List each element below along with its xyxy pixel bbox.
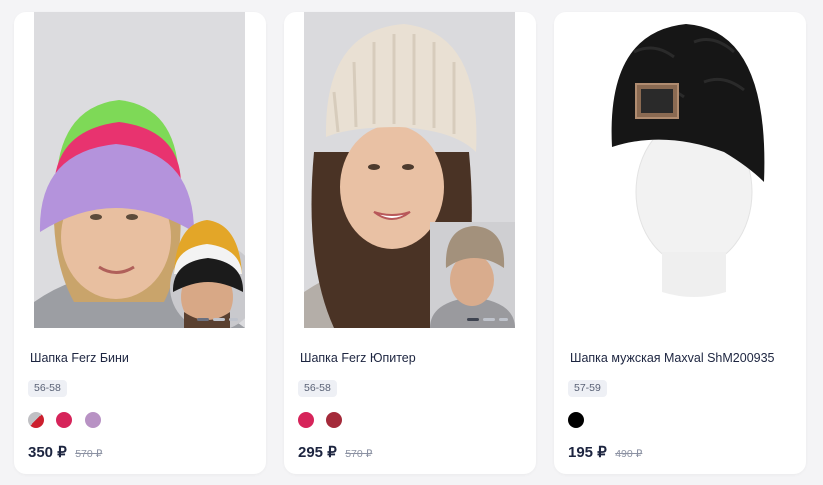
size-badge: 56-58 [28,380,67,397]
price-row: 350 ₽ 570 ₽ [28,443,102,462]
old-price: 570 ₽ [345,448,373,460]
color-swatches [298,412,350,430]
product-title[interactable]: Шапка Ferz Юпитер [300,350,530,366]
current-price: 350 ₽ [28,444,67,461]
color-swatch[interactable] [568,412,584,428]
product-image[interactable] [304,12,515,328]
product-card[interactable]: Шапка мужская Maxval ShM200935 57-59 195… [554,12,806,474]
color-swatch[interactable] [326,412,343,428]
image-pagination[interactable] [467,318,509,322]
color-swatch[interactable] [56,412,73,428]
product-image[interactable] [574,12,785,328]
size-badge: 56-58 [298,380,337,397]
image-pagination[interactable] [197,318,239,322]
size-badge: 57-59 [568,380,607,397]
color-swatch[interactable] [28,412,44,428]
product-photo [34,12,245,328]
product-image[interactable] [34,12,245,328]
color-swatches [28,412,109,430]
color-swatch[interactable] [84,412,101,428]
current-price: 195 ₽ [568,444,607,461]
color-swatches [568,412,592,430]
current-price: 295 ₽ [298,444,337,461]
price-row: 195 ₽ 490 ₽ [568,443,642,462]
color-swatch[interactable] [298,412,314,428]
old-price: 490 ₽ [615,448,643,460]
product-photo [574,12,785,328]
product-title[interactable]: Шапка мужская Maxval ShM200935 [570,350,800,366]
product-title[interactable]: Шапка Ferz Бини [30,350,260,366]
product-grid: Шапка Ferz Бини 56-58 350 ₽ 570 ₽ Шапка … [0,0,823,485]
old-price: 570 ₽ [75,448,103,460]
product-photo [304,12,515,328]
price-row: 295 ₽ 570 ₽ [298,443,372,462]
product-card[interactable]: Шапка Ferz Юпитер 56-58 295 ₽ 570 ₽ [284,12,536,474]
product-card[interactable]: Шапка Ferz Бини 56-58 350 ₽ 570 ₽ [14,12,266,474]
